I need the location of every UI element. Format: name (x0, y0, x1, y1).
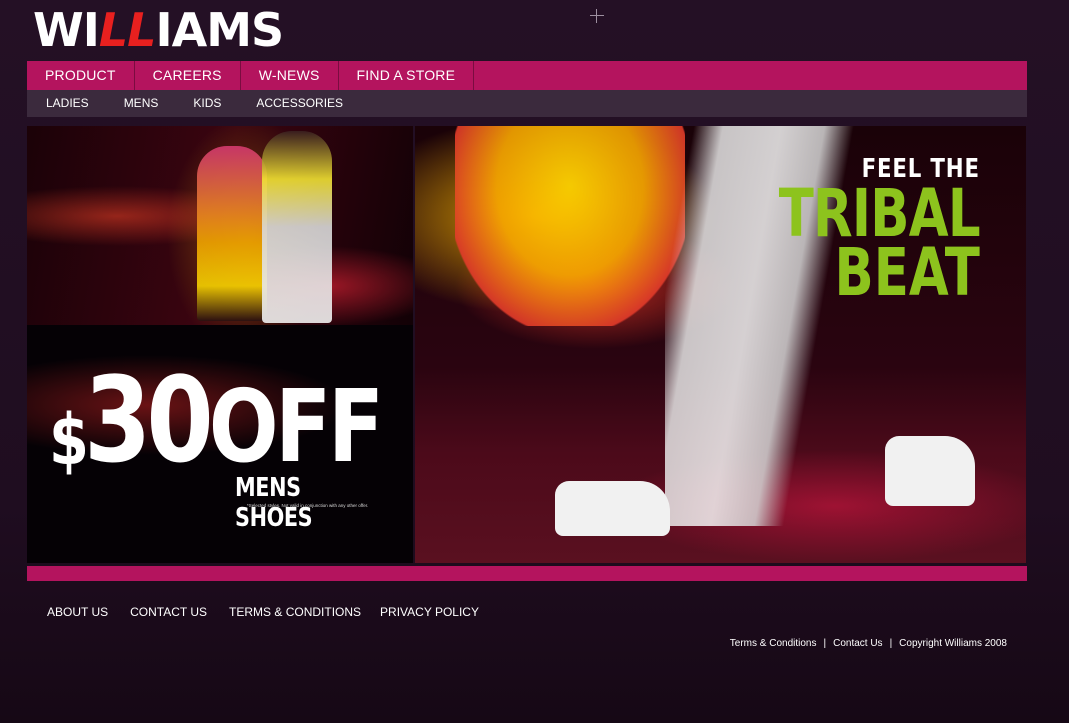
logo-text-red: LL (98, 3, 157, 57)
nav-item-w-news[interactable]: W-NEWS (241, 61, 339, 90)
promo-banner[interactable]: $30OFF MENS SHOES *Selected styles. Not … (27, 325, 413, 563)
legal-bar: Terms & Conditions | Contact Us | Copyri… (730, 638, 1007, 649)
logo-text-1: WI (33, 3, 100, 57)
hero-banner[interactable]: FEEL THE TRIBAL BEAT (415, 126, 1026, 563)
hero-headline: FEEL THE TRIBAL BEAT (722, 154, 981, 311)
footer-link-about-us[interactable]: ABOUT US (47, 605, 108, 619)
legal-contact-link[interactable]: Contact Us (833, 638, 882, 649)
hero-line-3: BEAT (834, 234, 980, 311)
promo-amount: $30OFF (49, 355, 384, 492)
legal-terms-link[interactable]: Terms & Conditions (730, 638, 817, 649)
crosshair-cursor-icon (590, 9, 604, 23)
yellow-skirt-image (455, 126, 685, 326)
accent-divider (27, 566, 1027, 581)
footer-link-terms[interactable]: TERMS & CONDITIONS (229, 605, 361, 619)
logo-text-2: IAMS (155, 3, 284, 57)
primary-nav: PRODUCT CAREERS W-NEWS FIND A STORE (27, 61, 1027, 90)
subnav-item-accessories[interactable]: ACCESSORIES (237, 90, 359, 117)
promo-off: OFF (208, 368, 384, 485)
footer-link-contact-us[interactable]: CONTACT US (130, 605, 207, 619)
subnav-item-ladies[interactable]: LADIES (27, 90, 105, 117)
nav-item-product[interactable]: PRODUCT (27, 61, 135, 90)
fashion-couple-banner[interactable] (27, 126, 413, 325)
legal-separator: | (823, 638, 827, 649)
model-woman-image (197, 146, 267, 321)
promo-number: 30 (84, 351, 214, 489)
sneaker-right-image (885, 436, 975, 506)
promo-dollar: $ (49, 399, 89, 481)
nav-item-find-a-store[interactable]: FIND A STORE (339, 61, 475, 90)
footer-link-privacy[interactable]: PRIVACY POLICY (380, 605, 479, 619)
williams-logo[interactable]: WILLIAMS (33, 3, 284, 57)
copyright-text: Copyright Williams 2008 (899, 638, 1007, 649)
sneaker-left-image (555, 481, 670, 536)
legal-separator: | (889, 638, 893, 649)
subnav-item-mens[interactable]: MENS (105, 90, 175, 117)
model-man-image (262, 131, 332, 323)
nav-item-careers[interactable]: CAREERS (135, 61, 241, 90)
subnav-item-kids[interactable]: KIDS (174, 90, 237, 117)
promo-disclaimer: *Selected styles. Not valid in conjuncti… (247, 503, 369, 508)
secondary-nav: LADIES MENS KIDS ACCESSORIES (27, 90, 1027, 117)
footer-nav: ABOUT US CONTACT US TERMS & CONDITIONS P… (47, 605, 501, 619)
